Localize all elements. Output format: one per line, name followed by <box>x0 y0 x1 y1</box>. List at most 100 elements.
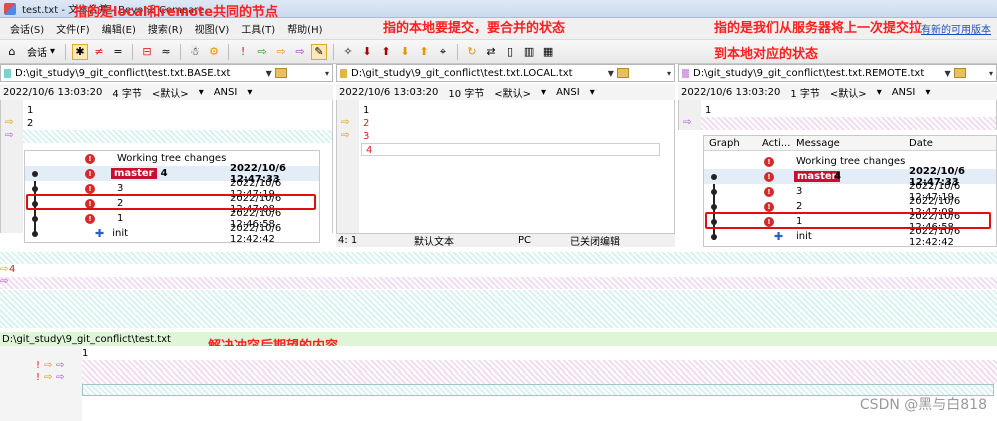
swap-icon[interactable]: ⇄ <box>483 44 499 60</box>
menu-tools[interactable]: 工具(T) <box>235 21 281 36</box>
take-left-arrow-icon[interactable]: ⇨ <box>0 264 8 275</box>
add-icon: ✚ <box>95 227 105 240</box>
beyond-compare-logo-icon <box>4 2 16 15</box>
next-conflict-icon[interactable]: ⬇ <box>397 44 413 60</box>
take-right-arrow-icon[interactable]: ⇨ <box>683 117 691 128</box>
take-left-arrow-icon[interactable]: ⇨ <box>44 372 52 383</box>
folder-icon[interactable] <box>953 68 966 78</box>
conflict-icon[interactable]: ! <box>235 44 251 60</box>
remote-encoding[interactable]: ANSI <box>892 87 916 98</box>
output-path-bar[interactable]: D:\git_study\9_git_conflict\test.txt <box>0 332 997 346</box>
toolbar-separator <box>228 43 230 60</box>
local-path-bar[interactable]: D:\git_study\9_git_conflict\test.txt.LOC… <box>336 64 675 82</box>
remote-path: D:\git_study\9_git_conflict\test.txt.REM… <box>693 67 925 79</box>
column-header-graph[interactable]: Graph <box>709 138 740 149</box>
show-differences-icon[interactable]: ≠ <box>91 44 107 60</box>
edit-pencil-icon[interactable]: ✎ <box>311 43 328 60</box>
take-right-arrow-icon[interactable]: ⇨ <box>56 372 64 383</box>
next-section-icon[interactable]: ⇨ <box>254 44 270 60</box>
take-left-arrow-icon[interactable]: ⇨ <box>44 360 52 371</box>
all-icon[interactable]: ✧ <box>340 44 356 60</box>
home-icon[interactable]: ⌂ <box>4 44 20 60</box>
output-text-pane[interactable]: 1 ! ⇨ ⇨ ! ⇨ ⇨ <box>0 346 997 421</box>
local-text-pane[interactable]: 1 ⇨ 2 ⇨ 3 4 <box>336 100 675 233</box>
cursor-position: 4: 1 <box>338 235 358 246</box>
local-line-1[interactable]: 1 <box>359 104 674 117</box>
conflict-warning-icon: ! <box>764 186 774 197</box>
toolbar-separator <box>180 43 182 60</box>
base-timestamp: 2022/10/6 13:03:20 <box>3 86 103 98</box>
panes-icon[interactable]: ▥ <box>521 44 537 60</box>
output-line-1[interactable]: 1 <box>82 348 88 359</box>
take-right-arrow-icon[interactable]: ⇨ <box>5 130 13 141</box>
remote-text-pane[interactable]: 1 ⇨ <box>678 100 997 130</box>
local-line-3[interactable]: 3 <box>359 130 674 143</box>
menu-help[interactable]: 帮助(H) <box>281 21 328 36</box>
output-hatch-row <box>82 360 997 372</box>
take-right-icon[interactable]: ⇨ <box>292 44 308 60</box>
columns-icon[interactable]: ▦ <box>540 44 556 60</box>
base-size: 4 字节 <box>112 88 142 100</box>
local-encoding-default[interactable]: <默认> <box>494 85 531 100</box>
lower-hatch-row <box>0 290 997 328</box>
commit-message: init <box>796 231 812 242</box>
chevron-down-icon[interactable]: ▼ <box>266 69 272 78</box>
table-row[interactable]: ✚ init 2022/10/6 12:42:42 <box>25 223 319 245</box>
session-button[interactable]: 会话 ▾ <box>23 44 59 59</box>
local-line-4[interactable]: 4 <box>361 143 660 156</box>
column-header-message[interactable]: Message <box>796 138 840 149</box>
menu-edit[interactable]: 编辑(E) <box>96 21 142 36</box>
folder-icon[interactable] <box>274 68 287 78</box>
context-icon[interactable]: ⊟ <box>139 44 155 60</box>
rules-icon[interactable]: ☃ <box>187 44 203 60</box>
local-status-bar: 4: 1 默认文本 PC 已关闭编辑 <box>336 233 675 248</box>
chevron-down-icon: ▾ <box>247 86 253 98</box>
take-left-icon[interactable]: ⇨ <box>273 44 289 60</box>
show-all-icon[interactable]: ✱ <box>72 43 89 60</box>
find-binoculars-icon[interactable]: ⌖ <box>435 44 451 60</box>
local-encoding[interactable]: ANSI <box>556 87 580 98</box>
format-icon[interactable]: ⚙ <box>206 44 222 60</box>
prev-diff-icon[interactable]: ⬆ <box>378 44 394 60</box>
column-header-actions[interactable]: Acti... <box>762 138 790 149</box>
take-right-arrow-icon[interactable]: ⇨ <box>56 360 64 371</box>
show-same-icon[interactable]: = <box>110 44 126 60</box>
take-left-arrow-icon[interactable]: ⇨ <box>341 130 349 141</box>
chevron-down-icon[interactable]: ▾ <box>989 69 993 78</box>
menu-view[interactable]: 视图(V) <box>189 21 236 36</box>
base-encoding-default[interactable]: <默认> <box>152 85 189 100</box>
toolbar-separator <box>333 43 335 60</box>
minor-icon[interactable]: ≈ <box>158 44 174 60</box>
menu-search[interactable]: 搜索(R) <box>142 21 189 36</box>
remote-encoding-default[interactable]: <默认> <box>830 85 867 100</box>
layout-icon[interactable]: ▯ <box>502 44 518 60</box>
local-line-2[interactable]: 2 <box>359 117 674 130</box>
chevron-down-icon[interactable]: ▼ <box>945 69 951 78</box>
column-header-date[interactable]: Date <box>909 138 933 149</box>
base-line-1[interactable]: 1 <box>23 104 332 117</box>
base-encoding[interactable]: ANSI <box>214 87 238 98</box>
base-path-bar[interactable]: D:\git_study\9_git_conflict\test.txt.BAS… <box>0 64 333 82</box>
take-left-arrow-icon[interactable]: ⇨ <box>5 117 13 128</box>
update-available-link[interactable]: 有新的可用版本 <box>921 21 991 36</box>
toolbar-separator <box>65 43 67 60</box>
chevron-down-icon[interactable]: ▼ <box>608 69 614 78</box>
refresh-icon[interactable]: ↻ <box>464 44 480 60</box>
lower-hatch-row <box>0 252 997 264</box>
prev-conflict-icon[interactable]: ⬆ <box>416 44 432 60</box>
remote-line-1[interactable]: 1 <box>701 104 996 117</box>
take-left-arrow-icon[interactable]: ⇨ <box>341 117 349 128</box>
conflict-warning-icon: ! <box>85 213 95 224</box>
base-line-2[interactable]: 2 <box>23 117 332 130</box>
commit-message: 3 <box>796 186 803 197</box>
next-diff-icon[interactable]: ⬇ <box>359 44 375 60</box>
menu-session[interactable]: 会话(S) <box>4 21 50 36</box>
menu-file[interactable]: 文件(F) <box>50 21 96 36</box>
folder-icon[interactable] <box>616 68 629 78</box>
lower-compare-strip[interactable]: ⇨ 4 ⇨ <box>0 252 997 328</box>
take-right-arrow-icon[interactable]: ⇨ <box>0 276 8 287</box>
chevron-down-icon[interactable]: ▾ <box>325 69 329 78</box>
remote-path-bar[interactable]: D:\git_study\9_git_conflict\test.txt.REM… <box>678 64 997 82</box>
table-row[interactable]: ✚ init 2022/10/6 12:42:42 <box>704 226 996 248</box>
chevron-down-icon[interactable]: ▾ <box>667 69 671 78</box>
